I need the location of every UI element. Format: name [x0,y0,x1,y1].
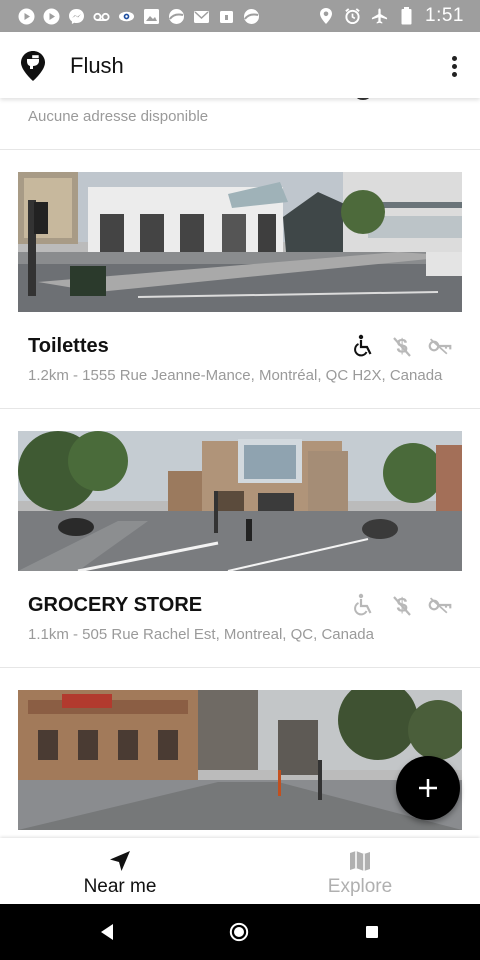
system-status-icons: 1:51 [317,0,464,32]
alarm-icon [344,8,361,25]
system-navigation-bar [0,904,480,960]
list-item[interactable]: GROCERY STORE $ 1.1km - 505 Rue Rachel E… [0,409,480,668]
youtube-icon [18,8,35,25]
location-icon [317,8,334,25]
key-off-icon [428,593,452,617]
navigation-arrow-icon [107,848,133,874]
home-button[interactable] [229,922,249,942]
airplane-icon [371,8,388,25]
wheelchair-accessible-icon [352,593,376,617]
toilet-list[interactable]: Aucune adresse disponible Toilettes 1.2k… [0,98,480,838]
dot-icon [451,55,457,61]
youtube-icon [43,8,60,25]
street-view-photo [18,690,462,830]
tab-label: Near me [83,876,157,897]
list-item[interactable]: Toilettes $ 1.2km - 1555 Rue Jeanne-Manc… [0,150,480,409]
amenity-icons: $ [352,593,452,617]
item-name: Toilettes [28,335,109,357]
battery-icon [398,7,415,25]
wheelchair-accessible-icon [352,334,376,358]
app-bar: Flush [0,32,480,98]
app-title: Flush [70,53,124,78]
tab-near-me[interactable]: Near me [0,838,240,904]
amenity-icons: $ [352,334,452,358]
eye-icon [118,8,135,25]
globe-icon [243,8,260,25]
image-icon [143,8,160,25]
dot-icon [451,71,457,77]
voicemail-icon [93,8,110,25]
globe-icon [168,8,185,25]
accessible-icon [356,98,370,100]
back-button[interactable] [97,922,117,942]
tab-label: Explore [327,876,393,897]
recents-square-icon [366,926,378,938]
money-off-icon: $ [390,334,414,358]
flush-logo-icon [20,50,46,82]
list-item[interactable]: Aucune adresse disponible [0,98,480,150]
item-address: Aucune adresse disponible [28,108,209,125]
messenger-icon [68,8,85,25]
clock-time: 1:51 [425,5,464,26]
item-name: GROCERY STORE [28,594,203,616]
recents-button[interactable] [362,922,382,942]
street-view-photo [18,172,462,312]
street-view-photo [18,431,462,571]
mail-icon [193,8,210,25]
item-address: 1.2km - 1555 Rue Jeanne-Mance, Montréal,… [28,367,443,384]
home-circle-icon [229,922,249,942]
overflow-menu-button[interactable] [442,52,466,80]
map-icon [347,848,373,874]
item-address: 1.1km - 505 Rue Rachel Est, Montreal, QC… [28,626,374,643]
notification-icons [0,8,260,25]
money-off-icon: $ [390,593,414,617]
status-bar: 1:51 [0,0,480,32]
add-toilet-button[interactable] [396,756,460,820]
key-off-icon [428,334,452,358]
plus-icon [419,779,437,797]
dot-icon [451,63,457,69]
lock-icon [218,8,235,25]
bottom-navigation: Near me Explore [0,838,480,904]
back-triangle-icon [101,924,113,940]
tab-explore[interactable]: Explore [240,838,480,904]
